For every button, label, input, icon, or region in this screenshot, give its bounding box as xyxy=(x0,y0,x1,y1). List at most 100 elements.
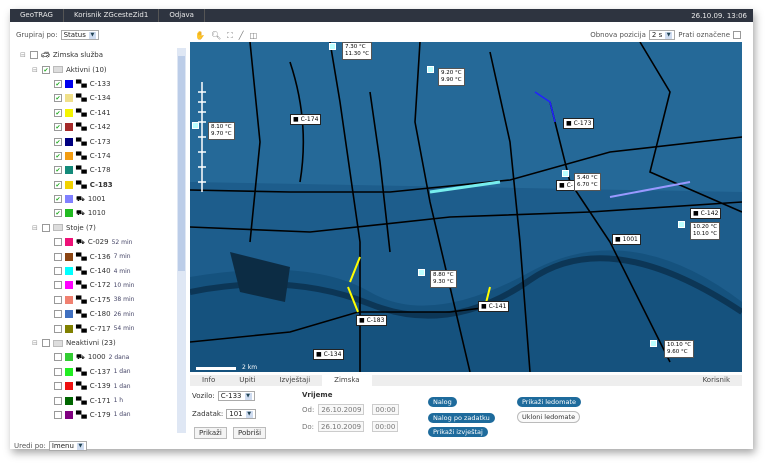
expand-icon[interactable]: ⊟ xyxy=(32,339,39,347)
vehicle-item[interactable]: ✔ ▀▄ C-142 xyxy=(10,120,178,134)
map[interactable]: ■ C-174 ■ C-173 ■ C- ■ C-142 ■ 1001 ■ C-… xyxy=(190,42,742,372)
vehicle-checkbox[interactable] xyxy=(54,382,62,391)
weather-station-icon[interactable] xyxy=(418,269,425,276)
vehicle-checkbox[interactable]: ✔ xyxy=(54,108,62,117)
vehicle-item[interactable]: ✔ ▀▄ C-134 xyxy=(10,91,178,105)
tree-group[interactable]: ⊟ Stoje (7) xyxy=(10,221,178,235)
vehicle-checkbox[interactable]: ✔ xyxy=(54,151,62,160)
vehicle-item[interactable]: ✔ ▀▄ C-133 xyxy=(10,77,178,91)
vehicle-item[interactable]: ▀▄ C-171 1 h xyxy=(10,393,178,407)
group-checkbox[interactable] xyxy=(42,339,50,347)
group-checkbox[interactable] xyxy=(42,223,50,232)
vehicle-checkbox[interactable] xyxy=(54,252,62,261)
vehicle-checkbox[interactable] xyxy=(54,410,62,419)
vehicle-checkbox[interactable] xyxy=(54,281,62,290)
pan-hand-icon[interactable]: ✋ xyxy=(195,31,205,41)
tab-info[interactable]: Info xyxy=(190,375,227,386)
to-time-input[interactable]: 00:00 xyxy=(372,421,399,432)
to-date-input[interactable]: 26.10.2009 xyxy=(318,421,365,432)
layers-icon[interactable]: ◫ xyxy=(250,31,258,41)
vehicle-item[interactable]: ⛟ 1000 2 dana xyxy=(10,350,178,364)
weather-station-icon[interactable] xyxy=(678,221,685,228)
follow-checkbox[interactable] xyxy=(733,31,741,39)
group-checkbox[interactable]: ✔ xyxy=(42,65,50,74)
from-date-input[interactable]: 26.10.2009 xyxy=(318,404,365,415)
weather-station-icon[interactable] xyxy=(192,122,199,129)
vehicle-checkbox[interactable]: ✔ xyxy=(54,123,62,132)
vehicle-item[interactable]: ✔ ⛟ 1010 xyxy=(10,206,178,220)
vehicle-item[interactable]: ✔ ▀▄ C-141 xyxy=(10,106,178,120)
order-by-task-button[interactable]: Nalog po zadatku xyxy=(428,413,495,423)
tab-upiti[interactable]: Upiti xyxy=(227,375,267,386)
vehicle-marker[interactable]: ■ C-174 xyxy=(290,114,322,125)
remove-ice-sensors-button[interactable]: Ukloni ledomate xyxy=(517,411,581,423)
vehicle-marker[interactable]: ■ C- xyxy=(556,180,576,191)
vehicle-checkbox[interactable]: ✔ xyxy=(54,79,62,88)
show-button[interactable]: Prikaži xyxy=(194,427,227,439)
expand-icon[interactable]: ⊟ xyxy=(32,66,39,74)
expand-icon[interactable]: ⊟ xyxy=(20,51,27,59)
scrollbar-thumb[interactable] xyxy=(178,56,185,271)
tab-izvjestaji[interactable]: Izvještaji xyxy=(267,375,322,386)
tree-group[interactable]: ⊟ ✔ Aktivni (10) xyxy=(10,62,178,76)
task-select[interactable]: 101 ▼ xyxy=(226,409,256,419)
vehicle-checkbox[interactable]: ✔ xyxy=(54,180,62,189)
vehicle-item[interactable]: ▀▄ C-139 1 dan xyxy=(10,379,178,393)
refresh-select[interactable]: 2 s ▼ xyxy=(648,30,676,40)
vehicle-marker[interactable]: ■ 1001 xyxy=(612,234,641,245)
tab-zimska[interactable]: Zimska xyxy=(322,375,372,386)
show-ice-sensors-button[interactable]: Prikaži ledomate xyxy=(517,397,581,407)
vehicle-checkbox[interactable]: ✔ xyxy=(54,209,62,218)
vehicle-item[interactable]: ⛟ C-029 52 min xyxy=(10,235,178,249)
vehicle-item[interactable]: ▀▄ C-175 38 min xyxy=(10,293,178,307)
vehicle-item[interactable]: ▀▄ C-140 4 min xyxy=(10,264,178,278)
vehicle-item[interactable]: ▀▄ C-137 1 dan xyxy=(10,365,178,379)
vehicle-item[interactable]: ✔ ▀▄ C-174 xyxy=(10,149,178,163)
vehicle-item[interactable]: ▀▄ C-717 54 min xyxy=(10,321,178,335)
zoom-icon[interactable]: 🔍︎ xyxy=(211,31,221,41)
vehicle-checkbox[interactable] xyxy=(54,353,62,362)
vehicle-checkbox[interactable]: ✔ xyxy=(54,137,62,146)
vehicle-item[interactable]: ▀▄ C-180 26 min xyxy=(10,307,178,321)
show-report-button[interactable]: Prikaži izvještaj xyxy=(428,427,488,437)
weather-station-icon[interactable] xyxy=(650,340,657,347)
vehicle-checkbox[interactable]: ✔ xyxy=(54,94,62,103)
vehicle-item[interactable]: ▀▄ C-179 1 dan xyxy=(10,408,178,422)
vehicle-marker[interactable]: ■ C-134 xyxy=(313,349,345,360)
vehicle-checkbox[interactable] xyxy=(54,324,62,333)
order-button[interactable]: Nalog xyxy=(428,397,457,407)
user-link[interactable]: Korisnik ZGcesteZid1 xyxy=(64,9,160,22)
logout-link[interactable]: Odjava xyxy=(159,9,205,22)
root-checkbox[interactable] xyxy=(30,51,38,60)
vehicle-item[interactable]: ▀▄ C-172 10 min xyxy=(10,278,178,292)
vehicle-marker[interactable]: ■ C-141 xyxy=(478,301,510,312)
vehicle-checkbox[interactable] xyxy=(54,310,62,319)
vehicle-item[interactable]: ✔ ▀▄ C-178 xyxy=(10,163,178,177)
tree-scrollbar[interactable] xyxy=(177,48,186,433)
vehicle-marker[interactable]: ■ C-142 xyxy=(690,208,722,219)
expand-icon[interactable]: ⊟ xyxy=(32,224,39,232)
sort-by-select[interactable]: Imenu ▼ xyxy=(48,441,87,451)
vehicle-select[interactable]: C-133 ▼ xyxy=(217,391,255,401)
vehicle-checkbox[interactable] xyxy=(54,295,62,304)
vehicle-item[interactable]: ✔ ⛟ 1001 xyxy=(10,192,178,206)
vehicle-checkbox[interactable]: ✔ xyxy=(54,166,62,175)
vehicle-checkbox[interactable] xyxy=(54,267,62,276)
vehicle-item[interactable]: ✔ ▀▄ C-183 xyxy=(10,178,178,192)
vehicle-marker[interactable]: ■ C-173 xyxy=(563,118,595,129)
vehicle-checkbox[interactable] xyxy=(54,238,62,247)
vehicle-checkbox[interactable] xyxy=(54,367,62,376)
vehicle-marker[interactable]: ■ C-183 xyxy=(356,315,388,326)
fullscreen-icon[interactable]: ⛶ xyxy=(227,31,233,41)
from-time-input[interactable]: 00:00 xyxy=(372,404,399,415)
tree-root[interactable]: ⊟ 🚙︎ Zimska služba xyxy=(10,48,178,62)
weather-station-icon[interactable] xyxy=(329,43,336,50)
vehicle-item[interactable]: ▀▄ C-136 7 min xyxy=(10,249,178,263)
tab-korisnik[interactable]: Korisnik xyxy=(691,375,742,386)
tree-group[interactable]: ⊟ Neaktivni (23) xyxy=(10,336,178,350)
vehicle-checkbox[interactable] xyxy=(54,396,62,405)
vehicle-checkbox[interactable]: ✔ xyxy=(54,195,62,204)
vehicle-item[interactable]: ✔ ▀▄ C-173 xyxy=(10,134,178,148)
measure-icon[interactable]: ╱ xyxy=(239,31,244,41)
delete-button[interactable]: Pobriši xyxy=(233,427,267,439)
